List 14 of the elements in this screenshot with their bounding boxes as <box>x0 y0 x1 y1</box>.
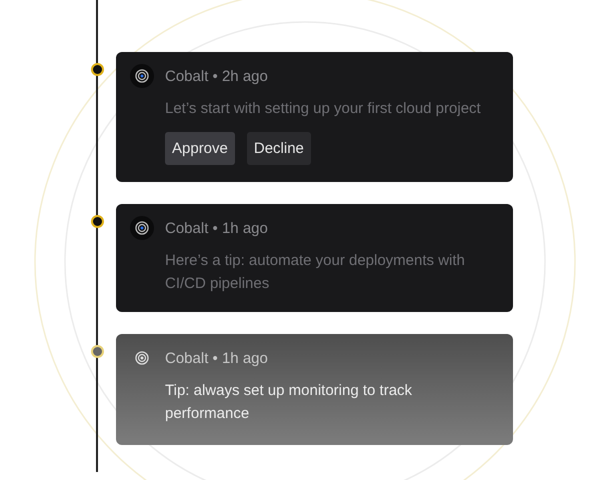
decline-button[interactable]: Decline <box>246 132 311 165</box>
logo-icon <box>135 221 149 235</box>
message-text: Let’s start with setting up your first cloud project <box>165 99 482 119</box>
message-text: Tip: always set up monitoring to track performance <box>165 381 414 424</box>
timeline-dot <box>91 215 104 228</box>
logo-icon <box>135 351 149 365</box>
timeline-dot <box>91 345 104 358</box>
approve-button[interactable]: Approve <box>165 132 235 165</box>
message-text: Here’s a tip: automate your deployments with CI/CD pipelines <box>165 251 466 294</box>
author-time: Cobalt • 2h ago <box>165 68 268 84</box>
logo-icon <box>135 69 149 83</box>
timeline-dot <box>91 63 104 76</box>
author-time: Cobalt • 1h ago <box>165 350 268 366</box>
author-time: Cobalt • 1h ago <box>165 220 268 236</box>
